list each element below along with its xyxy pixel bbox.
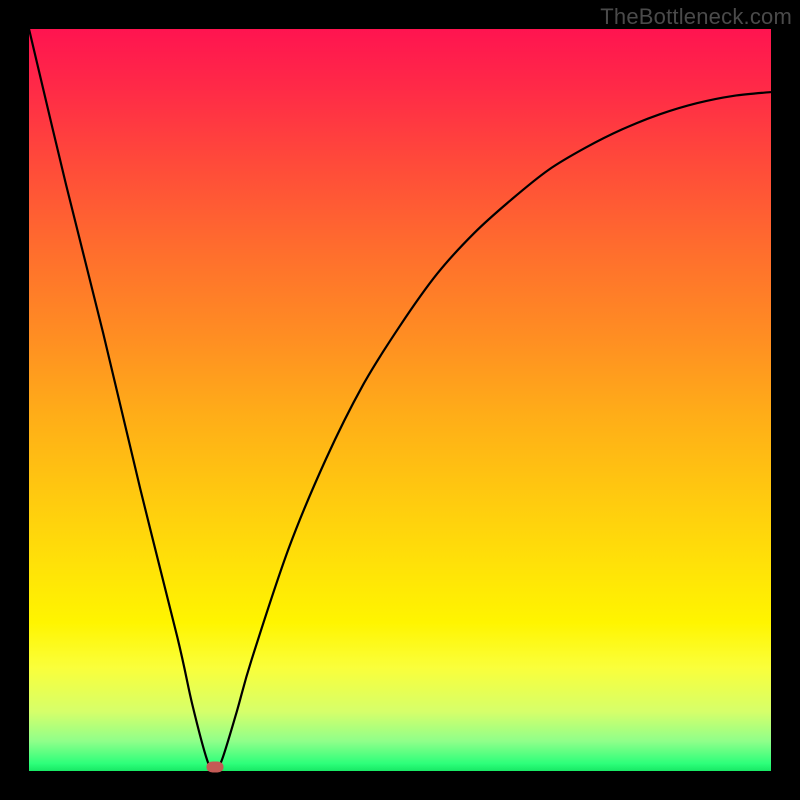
chart-frame: TheBottleneck.com xyxy=(0,0,800,800)
minimum-marker xyxy=(206,762,223,773)
watermark-text: TheBottleneck.com xyxy=(600,4,792,30)
bottleneck-curve xyxy=(29,29,771,771)
plot-area xyxy=(29,29,771,771)
curve-path xyxy=(29,29,771,771)
